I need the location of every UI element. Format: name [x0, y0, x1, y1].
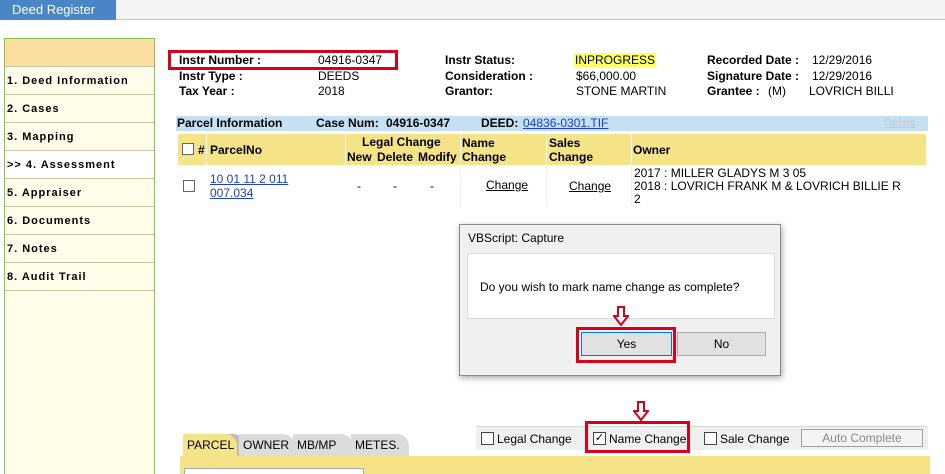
dialog-title: VBScript: Capture: [468, 231, 565, 245]
recorded-date-value: 12/29/2016: [812, 53, 873, 67]
legal-change-checkbox[interactable]: [481, 432, 494, 445]
tax-year-label: Tax Year :: [179, 84, 235, 98]
select-all-checkbox[interactable]: [182, 143, 194, 155]
sidebar-nav: 1. Deed Information 2. Cases 3. Mapping …: [4, 38, 155, 474]
tab-deed-register[interactable]: Deed Register: [0, 0, 116, 20]
instr-type-value: DEEDS: [318, 69, 360, 83]
bottom-input-field[interactable]: [184, 468, 364, 474]
deed-file-link[interactable]: 04836-0301.TIF: [523, 116, 608, 130]
delete-link[interactable]: Delete: [884, 116, 916, 131]
arrow-down-icon: [613, 306, 629, 326]
sales-change-link[interactable]: Change: [569, 179, 611, 193]
parcel-number-link-line1[interactable]: 10 01 11 2 011: [210, 172, 288, 186]
cell-modify: -: [430, 179, 434, 193]
parcel-information-bar: Parcel Information Case Num: 04916-0347 …: [176, 116, 928, 131]
sidebar-item-assessment[interactable]: >> 4. Assessment: [5, 151, 154, 179]
grantor-label: Grantor:: [445, 84, 493, 98]
change-status-panel: Legal Change ✓ Name Change Sale Change A…: [476, 426, 928, 450]
name-change-highlight-box: [585, 421, 690, 453]
grantee-label: Grantee :: [707, 84, 760, 98]
tax-year-value: 2018: [318, 84, 345, 98]
app-window: Deed Register 1. Deed Information 2. Cas…: [0, 0, 945, 474]
col-name-change-line2: Change: [462, 150, 507, 164]
grantor-value: STONE MARTIN: [576, 84, 667, 98]
sidebar-item-audit-trail[interactable]: 8. Audit Trail: [5, 263, 154, 291]
col-modify: Modify: [418, 150, 457, 164]
signature-date-value: 12/29/2016: [812, 69, 873, 83]
instr-status-value: INPROGRESS: [574, 53, 657, 67]
sidebar-item-mapping[interactable]: 3. Mapping: [5, 123, 154, 151]
sidebar-item-appraiser[interactable]: 5. Appraiser: [5, 179, 154, 207]
cell-new: -: [357, 179, 361, 193]
sale-change-checkbox[interactable]: [704, 432, 717, 445]
deed-label: DEED:: [481, 116, 519, 130]
col-sales-change-line2: Change: [549, 150, 594, 164]
sidebar-header: [5, 39, 154, 67]
parcel-information-title: Parcel Information: [177, 116, 283, 130]
yes-button-highlight-box: [576, 327, 676, 363]
row-select-checkbox[interactable]: [183, 180, 195, 192]
sale-change-label: Sale Change: [720, 432, 790, 446]
tab-owner[interactable]: OWNER: [239, 434, 295, 456]
instr-type-label: Instr Type :: [179, 69, 243, 83]
signature-date-label: Signature Date :: [707, 69, 800, 83]
tab-parcel[interactable]: PARCEL: [183, 434, 237, 456]
sidebar-item-cases[interactable]: 2. Cases: [5, 95, 154, 123]
col-new: New: [347, 150, 372, 164]
name-change-link[interactable]: Change: [486, 178, 528, 192]
arrow-down-icon: [633, 401, 649, 421]
col-parcelno: ParcelNo: [210, 143, 263, 157]
sidebar-item-deed-information[interactable]: 1. Deed Information: [5, 67, 154, 95]
table-row: 10 01 11 2 011 007.034 - - - Change Chan…: [178, 166, 926, 206]
owner-line-cont: 2: [634, 192, 641, 206]
col-name-change-line1: Name: [462, 136, 495, 150]
owner-line-2017: 2017 : MILLER GLADYS M 3 05: [634, 166, 807, 180]
recorded-date-label: Recorded Date :: [707, 53, 800, 67]
col-delete: Delete: [377, 150, 414, 164]
auto-complete-button[interactable]: Auto Complete: [801, 429, 923, 447]
no-button[interactable]: No: [677, 332, 766, 356]
col-owner: Owner: [633, 143, 671, 157]
sidebar-item-notes[interactable]: 7. Notes: [5, 235, 154, 263]
tab-mb-mp[interactable]: MB/MP: [293, 434, 353, 456]
dialog-message: Do you wish to mark name change as compl…: [480, 280, 740, 294]
consideration-value: $66,000.00: [576, 69, 637, 83]
owner-line-2018: 2018 : LOVRICH FRANK M & LOVRICH BILLIE …: [634, 179, 901, 193]
parcel-grid-header: # ParcelNo Legal Change New Delete Modif…: [178, 134, 926, 165]
top-tab-bar: Deed Register: [0, 0, 945, 20]
legal-change-label: Legal Change: [497, 432, 572, 446]
parcel-number-link-line2[interactable]: 007.034: [210, 186, 253, 200]
col-hash: #: [198, 143, 205, 157]
col-legal-change: Legal Change: [362, 135, 441, 149]
grantee-flag: (M): [768, 84, 786, 98]
instr-number-highlight-box: [168, 50, 398, 70]
case-num-value: 04916-0347: [386, 116, 451, 130]
grantee-value: LOVRICH BILLI: [809, 84, 894, 98]
tab-metes[interactable]: METES.: [351, 434, 409, 456]
case-num-label: Case Num:: [316, 116, 379, 130]
cell-delete: -: [393, 179, 397, 193]
col-sales-change-line1: Sales: [549, 136, 581, 150]
sidebar-item-documents[interactable]: 6. Documents: [5, 207, 154, 235]
consideration-label: Consideration :: [445, 69, 534, 83]
instr-status-label: Instr Status:: [445, 53, 516, 67]
